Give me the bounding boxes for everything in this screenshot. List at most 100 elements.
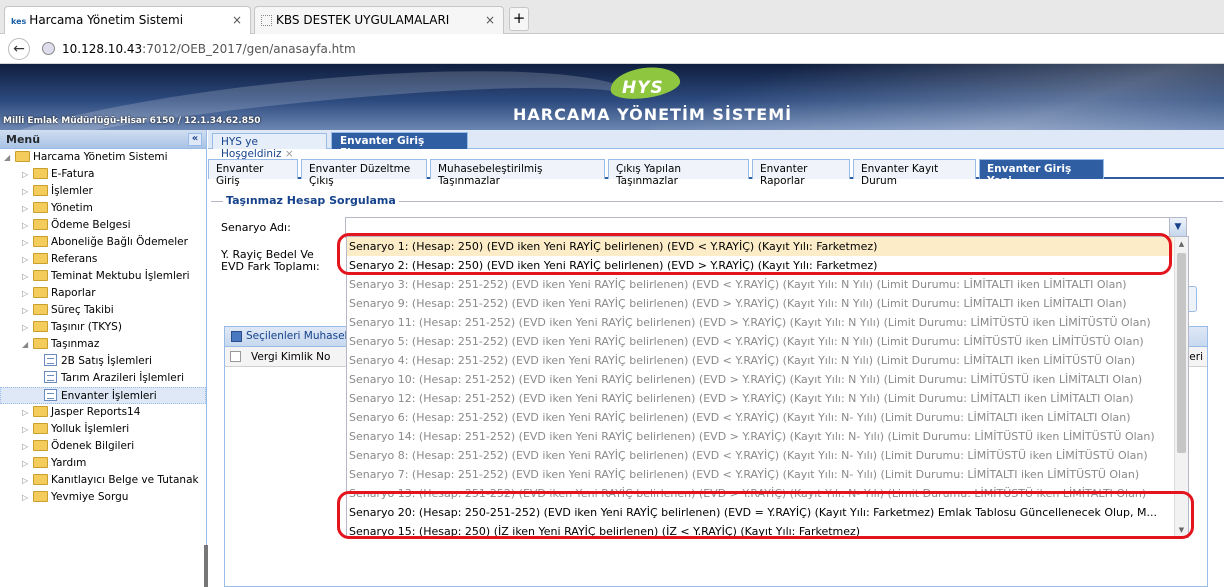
collapsed-arrow-icon[interactable]: ▷ xyxy=(22,251,33,268)
close-tab-icon[interactable]: × xyxy=(485,13,495,27)
tree-subitem-tarim-arazileri[interactable]: Tarım Arazileri İşlemleri xyxy=(0,370,206,387)
tab-envanter-kayit-durum[interactable]: Envanter Kayıt Durum xyxy=(853,159,976,187)
tree-item-before-3[interactable]: ▷ Ödeme Belgesi xyxy=(0,217,206,234)
tree-subitem-envanter-islemleri[interactable]: Envanter İşlemleri xyxy=(0,387,206,404)
collapsed-arrow-icon[interactable]: ▷ xyxy=(22,472,33,489)
tab-envanter-giris-ekrani[interactable]: Envanter Giriş Ekranı × xyxy=(331,132,468,159)
collapsed-arrow-icon[interactable]: ▷ xyxy=(22,421,33,438)
collapsed-arrow-icon[interactable]: ▷ xyxy=(22,302,33,319)
column-last[interactable]: eri xyxy=(1189,351,1203,363)
collapsed-arrow-icon[interactable]: ▷ xyxy=(22,166,33,183)
menu-title: Menü xyxy=(6,133,41,146)
dropdown-option[interactable]: Senaryo 5: (Hesap: 251-252) (EVD iken Ye… xyxy=(347,332,1173,351)
tree-item-after-3[interactable]: ▷ Yardım xyxy=(0,455,206,472)
tree-item-after-0[interactable]: ▷ Jasper Reports14 xyxy=(0,404,206,421)
dropdown-option[interactable]: Senaryo 3: (Hesap: 251-252) (EVD iken Ye… xyxy=(347,275,1173,294)
dropdown-option[interactable]: Senaryo 11: (Hesap: 251-252) (EVD iken Y… xyxy=(347,313,1173,332)
folder-icon xyxy=(33,320,48,332)
select-all-checkbox[interactable] xyxy=(230,351,241,362)
dropdown-option[interactable]: Senaryo 10: (Hesap: 251-252) (EVD iken Y… xyxy=(347,370,1173,389)
tab-muhasebelestirilmis-tasinmazlar[interactable]: Muhasebeleştirilmiş Taşınmazlar xyxy=(430,159,605,187)
logo-text: HYS xyxy=(622,78,664,98)
fieldset-legend: Taşınmaz Hesap Sorgulama xyxy=(223,194,399,207)
tree-item-tasinmaz[interactable]: ◢ Taşınmaz xyxy=(0,336,206,353)
tree-root-label: Harcama Yönetim Sistemi xyxy=(33,151,168,163)
save-icon[interactable] xyxy=(231,330,242,342)
tree-item-after-2[interactable]: ▷ Ödenek Bilgileri xyxy=(0,438,206,455)
tree-item-label: Referans xyxy=(51,253,98,265)
tab-cikis-yapilan-tasinmazlar[interactable]: Çıkış Yapılan Taşınmazlar xyxy=(608,159,749,187)
tree-item-before-6[interactable]: ▷ Teminat Mektubu İşlemleri xyxy=(0,268,206,285)
menu-tree: ◢ Harcama Yönetim Sistemi ▷ E-Fatura ▷ İşlem… xyxy=(0,149,206,506)
splitter-handle[interactable] xyxy=(204,545,208,587)
folder-icon xyxy=(33,235,48,247)
collapsed-arrow-icon[interactable]: ▷ xyxy=(22,183,33,200)
tree-subitem-2b-satis[interactable]: 2B Satış İşlemleri xyxy=(0,353,206,370)
browser-tab-kbs[interactable]: KBS DESTEK UYGULAMALARI × xyxy=(254,6,504,34)
collapsed-arrow-icon[interactable]: ▷ xyxy=(22,285,33,302)
tree-item-before-8[interactable]: ▷ Süreç Takibi xyxy=(0,302,206,319)
collapsed-arrow-icon[interactable]: ▷ xyxy=(22,489,33,506)
tree-item-before-5[interactable]: ▷ Referans xyxy=(0,251,206,268)
column-vergi-kimlik-no[interactable]: Vergi Kimlik No xyxy=(251,351,330,363)
scroll-thumb[interactable] xyxy=(1177,253,1186,453)
dropdown-option[interactable]: Senaryo 12: (Hesap: 251-252) (EVD iken Y… xyxy=(347,389,1173,408)
scroll-up-icon[interactable]: ▲ xyxy=(1175,237,1188,251)
app-banner: HYS HARCAMA YÖNETİM SİSTEMİ Milli Emlak … xyxy=(0,64,1224,130)
dropdown-option[interactable]: Senaryo 14: (Hesap: 251-252) (EVD iken Y… xyxy=(347,427,1173,446)
tree-item-label: Yolluk İşlemleri xyxy=(51,423,130,435)
tree-item-label: Süreç Takibi xyxy=(51,304,114,316)
page-icon xyxy=(261,15,272,26)
tree-item-label: Yardım xyxy=(51,457,87,469)
url-host: 10.128.10.43 xyxy=(62,42,143,56)
tree-item-before-7[interactable]: ▷ Raporlar xyxy=(0,285,206,302)
tree-root[interactable]: ◢ Harcama Yönetim Sistemi xyxy=(0,149,206,166)
dropdown-option[interactable]: Senaryo 9: (Hesap: 251-252) (EVD iken Ye… xyxy=(347,294,1173,313)
collapsed-arrow-icon[interactable]: ▷ xyxy=(22,438,33,455)
tree-item-before-2[interactable]: ▷ Yönetim xyxy=(0,200,206,217)
collapsed-arrow-icon[interactable]: ▷ xyxy=(22,268,33,285)
tree-item-before-1[interactable]: ▷ İşlemler xyxy=(0,183,206,200)
expanded-arrow-icon[interactable]: ◢ xyxy=(22,336,33,353)
tree-item-label: Raporlar xyxy=(51,287,96,299)
tree-item-after-1[interactable]: ▷ Yolluk İşlemleri xyxy=(0,421,206,438)
browser-tab-hys[interactable]: kes Harcama Yönetim Sistemi × xyxy=(4,6,251,34)
senaryo-label: Senaryo Adı: xyxy=(221,221,291,234)
folder-icon xyxy=(33,286,48,298)
tree-item-after-5[interactable]: ▷ Yevmiye Sorgu xyxy=(0,489,206,506)
collapsed-arrow-icon[interactable]: ▷ xyxy=(22,319,33,336)
tab-envanter-giris-yeni[interactable]: Envanter Giriş Yeni xyxy=(979,159,1104,187)
tree-item-before-9[interactable]: ▷ Taşınır (TKYS) xyxy=(0,319,206,336)
kbs-favicon-icon: kes xyxy=(11,17,27,26)
folder-icon xyxy=(33,184,48,196)
form-icon xyxy=(44,389,57,401)
tree-item-label: Jasper Reports14 xyxy=(51,406,141,418)
tab-envanter-giris[interactable]: Envanter Giriş xyxy=(208,159,298,187)
collapsed-arrow-icon[interactable]: ▷ xyxy=(22,404,33,421)
dropdown-option[interactable]: Senaryo 6: (Hesap: 251-252) (EVD iken Ye… xyxy=(347,408,1173,427)
collapsed-arrow-icon[interactable]: ▷ xyxy=(22,455,33,472)
collapsed-arrow-icon[interactable]: ▷ xyxy=(22,217,33,234)
dropdown-option[interactable]: Senaryo 7: (Hesap: 251-252) (EVD iken Ye… xyxy=(347,465,1173,484)
folder-icon xyxy=(33,490,48,502)
collapsed-arrow-icon[interactable]: ▷ xyxy=(22,200,33,217)
back-arrow-icon[interactable]: ← xyxy=(8,38,30,60)
collapsed-arrow-icon[interactable]: ▷ xyxy=(22,234,33,251)
tab-envanter-duzeltme-cikis[interactable]: Envanter Düzeltme Çıkış xyxy=(301,159,427,187)
tab-envanter-raporlar[interactable]: Envanter Raporlar xyxy=(752,159,850,187)
close-tab-icon[interactable]: × xyxy=(232,13,242,27)
tab-hys-hosgeldiniz[interactable]: HYS ye Hoşgeldiniz × xyxy=(212,133,327,160)
tree-item-before-4[interactable]: ▷ Aboneliğe Bağlı Ödemeler xyxy=(0,234,206,251)
tree-item-after-4[interactable]: ▷ Kanıtlayıcı Belge ve Tutanak xyxy=(0,472,206,489)
folder-icon xyxy=(33,473,48,485)
new-tab-button[interactable]: + xyxy=(509,7,529,31)
expanded-arrow-icon[interactable]: ◢ xyxy=(4,149,15,166)
url-field[interactable]: 10.128.10.43:7012/OEB_2017/gen/anasayfa.… xyxy=(62,42,356,56)
dropdown-option[interactable]: Senaryo 4: (Hesap: 251-252) (EVD iken Ye… xyxy=(347,351,1173,370)
folder-open-icon xyxy=(15,150,30,162)
collapse-menu-button[interactable]: « xyxy=(188,133,202,146)
dropdown-option[interactable]: Senaryo 8: (Hesap: 251-252) (EVD iken Ye… xyxy=(347,446,1173,465)
folder-icon xyxy=(33,422,48,434)
tree-item-before-0[interactable]: ▷ E-Fatura xyxy=(0,166,206,183)
chevron-down-icon[interactable]: ▼ xyxy=(1169,218,1186,237)
